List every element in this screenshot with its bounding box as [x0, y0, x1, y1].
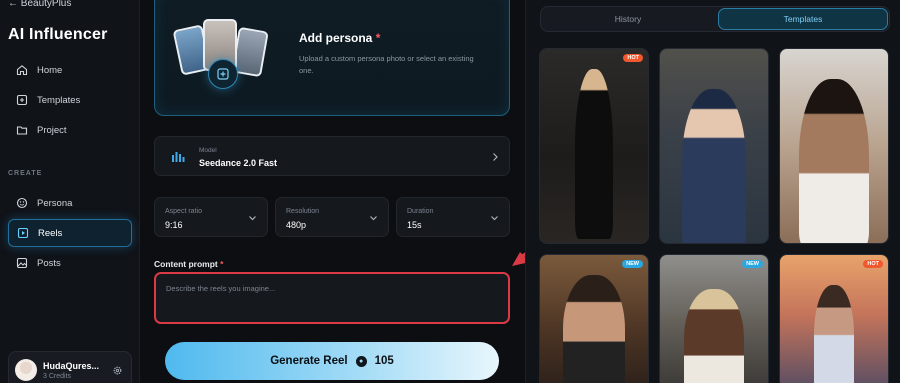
- nav-item-label: Posts: [37, 257, 61, 269]
- nav-item-project[interactable]: Project: [8, 116, 132, 144]
- user-credits: 3 Credits: [43, 372, 72, 380]
- template-card[interactable]: [779, 48, 889, 244]
- user-card[interactable]: HudaQures... 3 Credits: [8, 351, 132, 383]
- template-figure: [799, 79, 869, 243]
- app-title: AI Influencer: [8, 26, 108, 43]
- tab-templates[interactable]: Templates: [718, 8, 888, 30]
- tab-history[interactable]: History: [543, 8, 713, 30]
- template-figure: [563, 275, 625, 383]
- back-link[interactable]: ← BeautyPlus: [8, 0, 71, 9]
- chevron-right-icon: [493, 153, 498, 161]
- template-figure: [684, 289, 744, 383]
- generate-reel-cost: 105: [374, 355, 394, 367]
- aspect-ratio-label: Aspect ratio: [165, 208, 202, 215]
- nav-item-label: Home: [37, 64, 63, 76]
- content-prompt-input[interactable]: [154, 272, 510, 324]
- add-persona-card[interactable]: Add persona * Upload a custom persona ph…: [154, 0, 510, 116]
- required-mark: *: [220, 259, 224, 269]
- template-card[interactable]: NEW: [539, 254, 649, 383]
- aspect-ratio-value: 9:16: [165, 220, 183, 230]
- image-icon: [16, 257, 28, 269]
- new-badge: NEW: [622, 260, 643, 268]
- hot-badge: HOT: [863, 260, 883, 268]
- required-mark: *: [375, 31, 381, 45]
- duration-value: 15s: [407, 220, 422, 230]
- template-card[interactable]: HOT: [539, 48, 649, 244]
- nav-item-label: Templates: [37, 94, 81, 106]
- section-label-create: CREATE: [8, 170, 43, 177]
- templates-icon: [16, 94, 28, 106]
- upload-icon[interactable]: [208, 59, 238, 89]
- nav-item-label: Persona: [37, 197, 73, 209]
- reels-icon: [17, 227, 29, 239]
- template-card[interactable]: [659, 48, 769, 244]
- add-persona-title-text: Add persona: [299, 31, 373, 45]
- resolution-label: Resolution: [286, 208, 320, 215]
- main-panel: Add persona * Upload a custom persona ph…: [140, 0, 525, 383]
- nav-item-home[interactable]: Home: [8, 56, 132, 84]
- template-figure: [575, 69, 613, 239]
- generate-reel-label: Generate Reel: [270, 355, 348, 367]
- duration-label: Duration: [407, 208, 434, 215]
- nav-item-label: Project: [37, 124, 67, 136]
- home-icon: [16, 65, 28, 76]
- aspect-ratio-select[interactable]: Aspect ratio 9:16: [154, 197, 268, 237]
- templates-panel: History Templates HOT NEW NEW HOT: [525, 0, 900, 383]
- template-figure: [682, 89, 746, 243]
- user-name: HudaQures...: [43, 360, 100, 371]
- chevron-down-icon: [370, 216, 377, 221]
- add-persona-description: Upload a custom persona photo or select …: [299, 54, 474, 75]
- sidebar: ← BeautyPlus AI Influencer Home Template…: [0, 0, 140, 383]
- resolution-select[interactable]: Resolution 480p: [275, 197, 389, 237]
- nav-item-posts[interactable]: Posts: [8, 249, 132, 277]
- persona-icon: [16, 197, 28, 209]
- content-prompt-label-text: Content prompt: [154, 259, 218, 269]
- credit-icon: ●: [355, 355, 367, 367]
- template-card[interactable]: HOT: [779, 254, 889, 383]
- nav-item-persona[interactable]: Persona: [8, 189, 132, 217]
- tab-bar: History Templates: [540, 6, 890, 32]
- model-selector[interactable]: Model Seedance 2.0 Fast: [154, 136, 510, 176]
- model-value: Seedance 2.0 Fast: [199, 158, 278, 168]
- gear-icon[interactable]: [112, 365, 123, 376]
- chevron-down-icon: [249, 216, 256, 221]
- generate-reel-button[interactable]: Generate Reel ● 105: [165, 342, 499, 380]
- nav-item-templates[interactable]: Templates: [8, 86, 132, 114]
- chevron-down-icon: [491, 216, 498, 221]
- duration-select[interactable]: Duration 15s: [396, 197, 510, 237]
- model-bars-icon: [172, 152, 185, 162]
- nav-item-reels[interactable]: Reels: [8, 219, 132, 247]
- template-card[interactable]: NEW: [659, 254, 769, 383]
- new-badge: NEW: [742, 260, 763, 268]
- avatar: [15, 359, 37, 381]
- model-label: Model: [199, 147, 217, 154]
- template-figure: [814, 285, 854, 383]
- resolution-value: 480p: [286, 220, 307, 230]
- hot-badge: HOT: [623, 54, 643, 62]
- content-prompt-label: Content prompt *: [154, 259, 223, 269]
- folder-icon: [16, 126, 28, 135]
- nav-item-label: Reels: [38, 227, 63, 239]
- add-persona-title: Add persona *: [299, 31, 380, 45]
